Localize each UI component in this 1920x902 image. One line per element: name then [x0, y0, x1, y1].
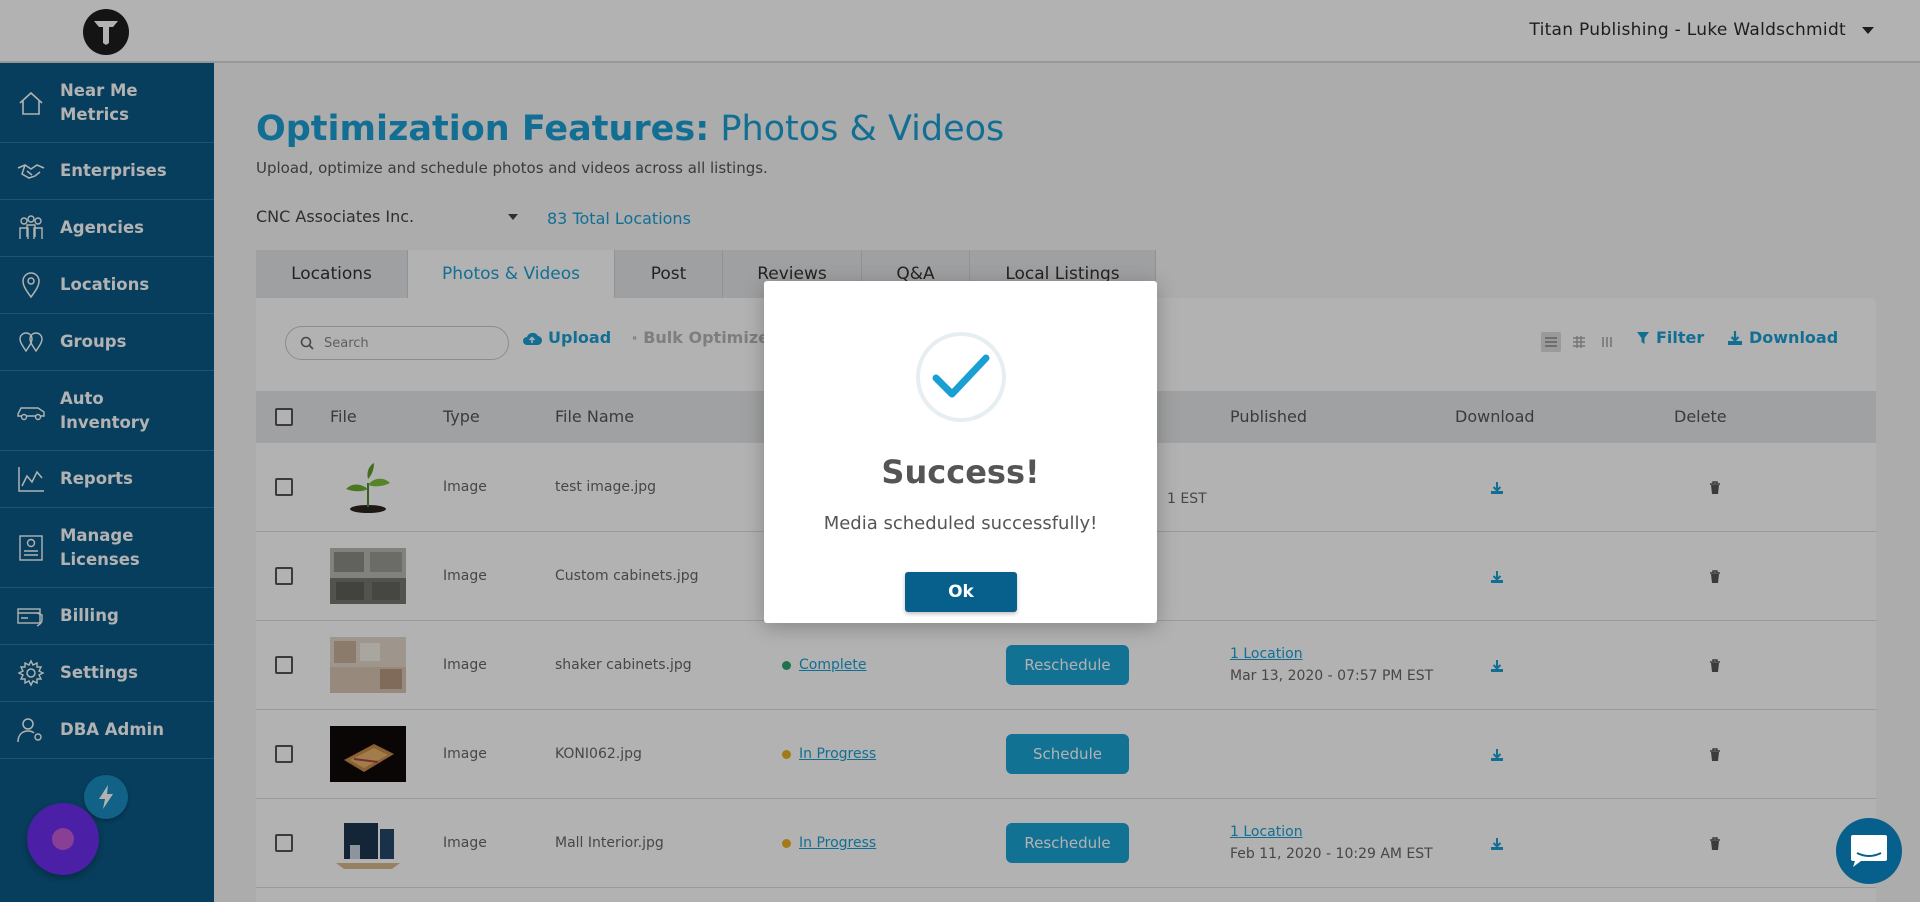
success-dialog: Success! Media scheduled successfully! O… — [764, 281, 1157, 623]
dialog-title: Success! — [881, 453, 1040, 491]
success-check-circle — [916, 332, 1006, 422]
chat-launcher-button[interactable] — [1836, 818, 1902, 884]
dialog-message: Media scheduled successfully! — [823, 513, 1098, 534]
chat-bubble-icon — [1851, 835, 1887, 867]
checkmark-icon — [932, 354, 990, 398]
ok-button[interactable]: Ok — [905, 572, 1017, 612]
